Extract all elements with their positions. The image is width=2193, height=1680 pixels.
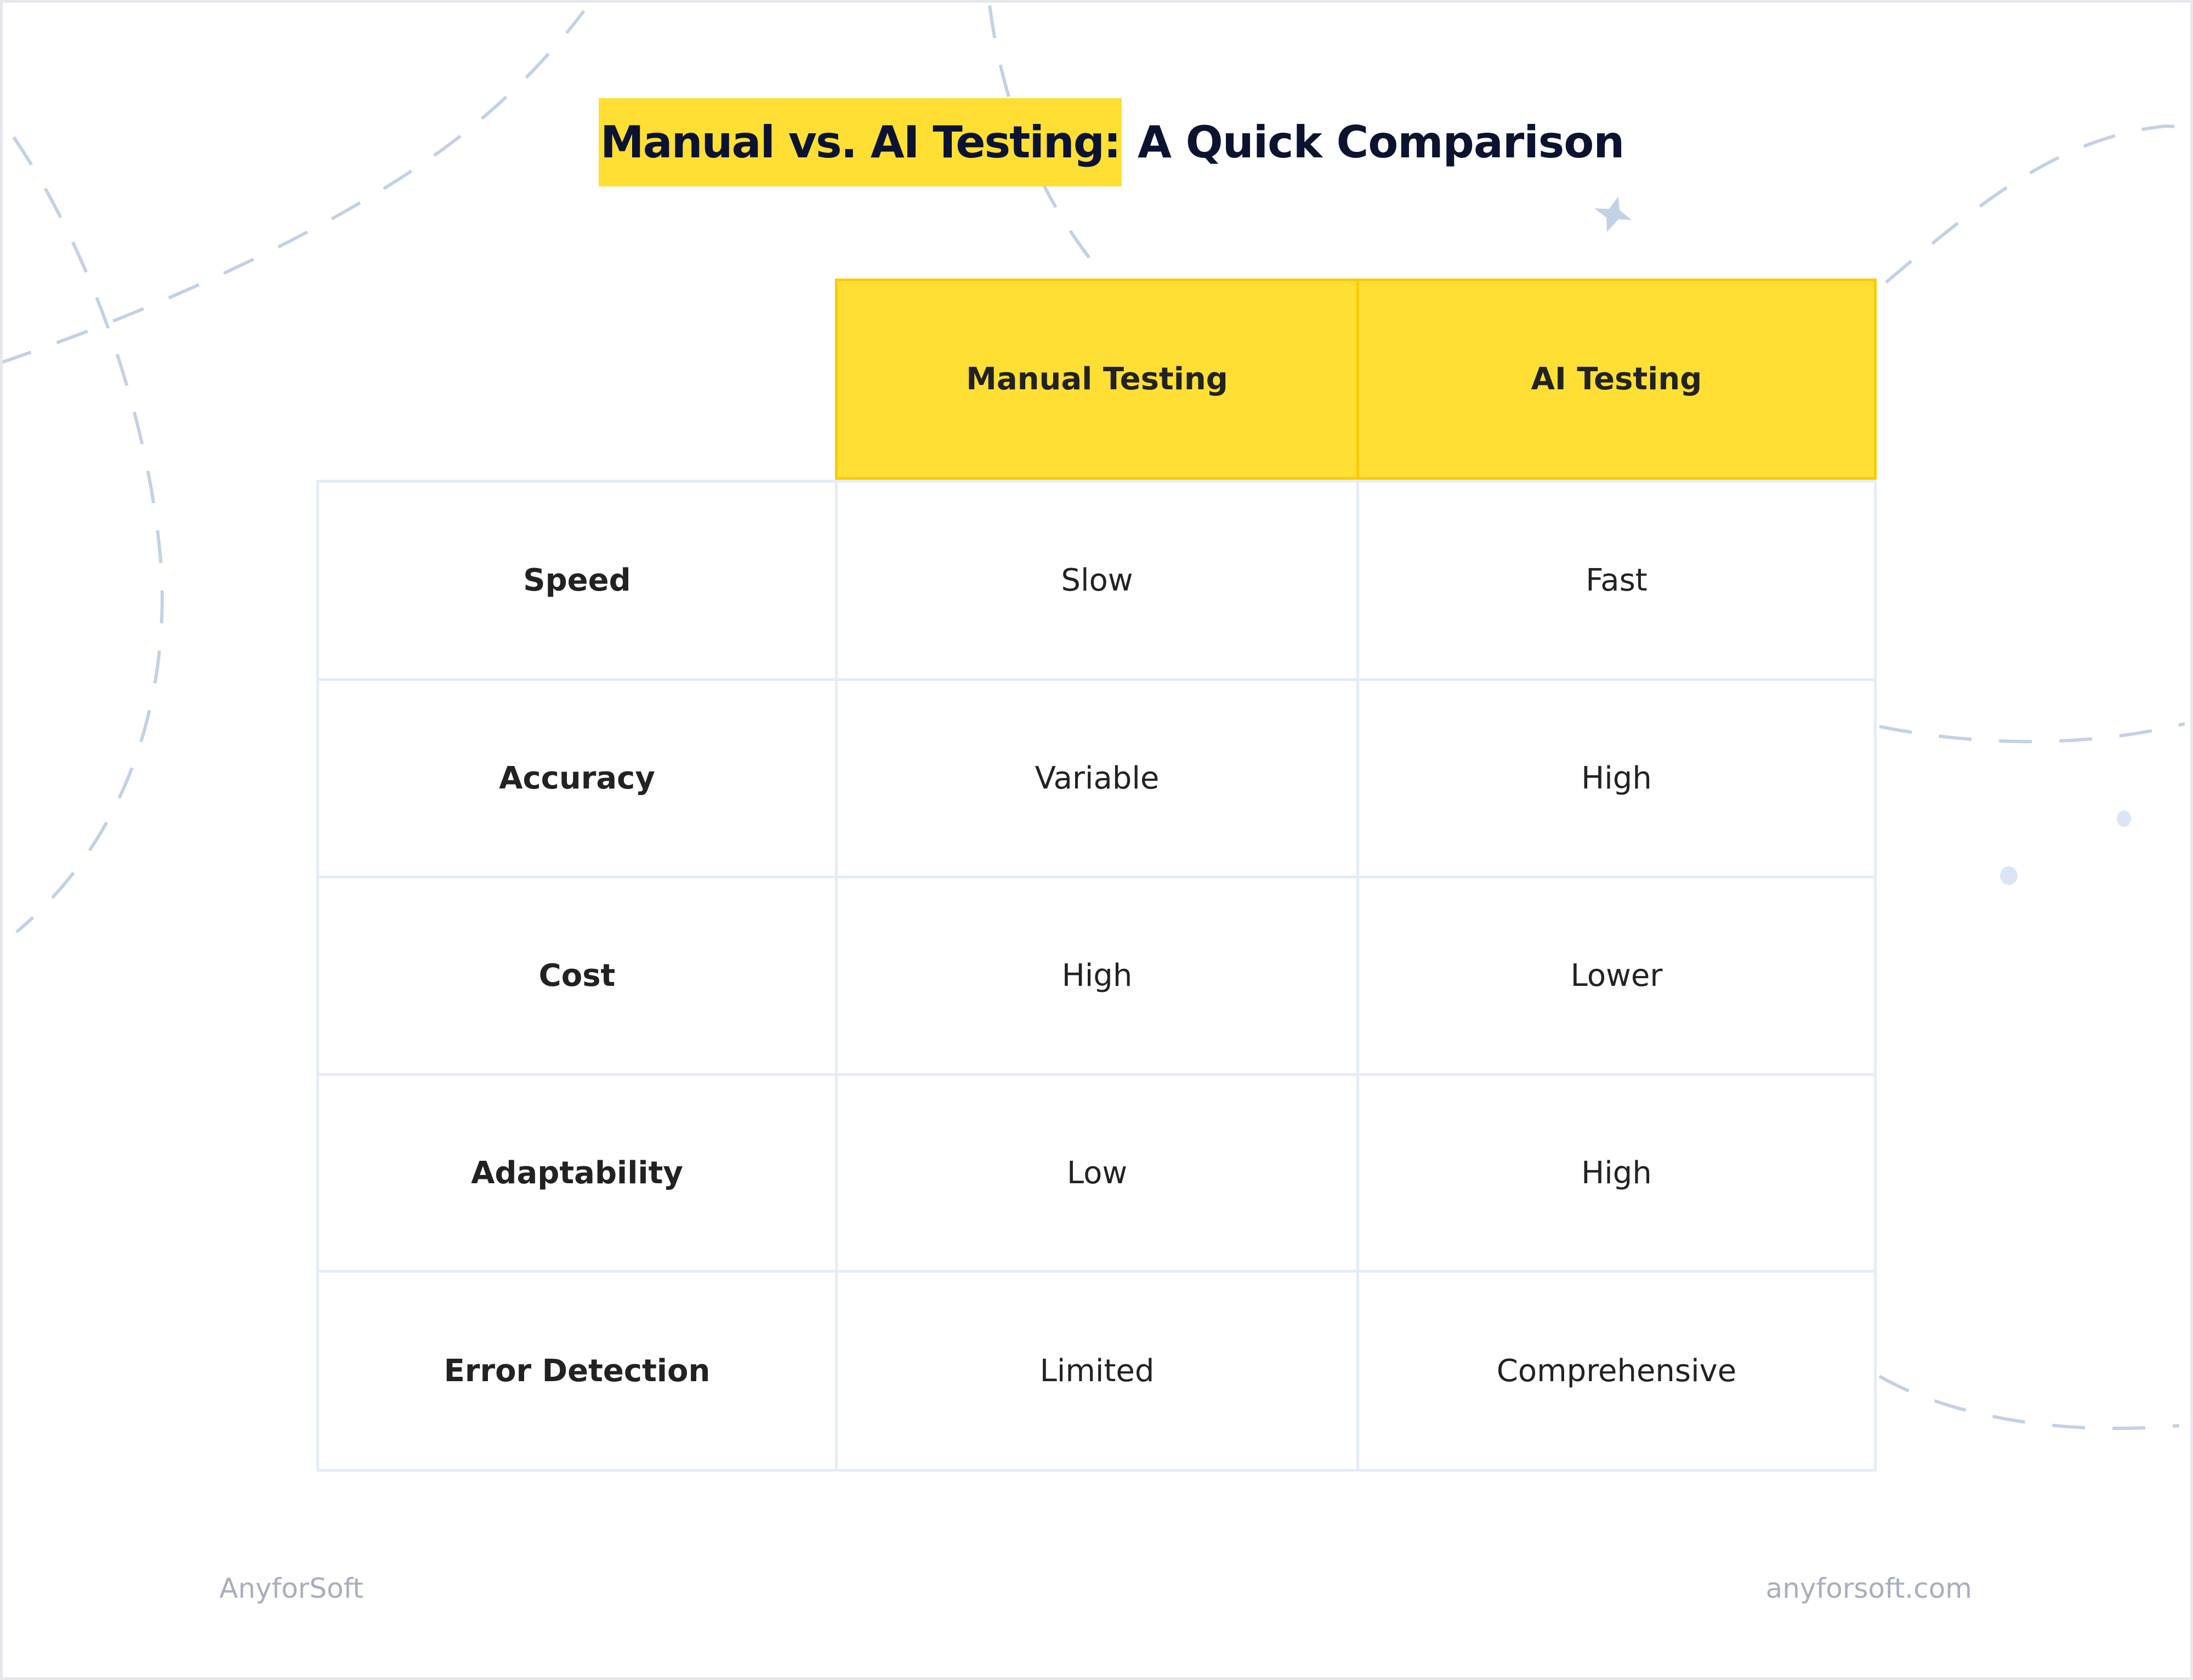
- sparkle-star-icon: [1594, 196, 1632, 232]
- dot-icon: [2117, 810, 2131, 827]
- title-subtitle: A Quick Comparison: [1138, 117, 1624, 168]
- dashed-curve-top-right: [1885, 124, 2193, 284]
- manual-value: High: [835, 876, 1359, 1076]
- row-label: Accuracy: [316, 678, 838, 878]
- footer-brand: AnyforSoft: [219, 1573, 363, 1604]
- title-highlight: Manual vs. AI Testing:: [599, 98, 1122, 186]
- manual-value: Low: [835, 1073, 1359, 1273]
- row-label: Error Detection: [316, 1270, 838, 1472]
- ai-value: Lower: [1356, 876, 1877, 1076]
- footer-website-link[interactable]: anyforsoft.com: [1766, 1573, 1972, 1604]
- header-ai-testing: AI Testing: [1356, 279, 1877, 480]
- row-label: Cost: [316, 876, 838, 1076]
- header-manual-testing: Manual Testing: [835, 279, 1359, 480]
- row-label: Speed: [316, 480, 838, 681]
- row-label: Adaptability: [316, 1073, 838, 1273]
- comparison-table: Manual Testing AI Testing Speed Slow Fas…: [316, 279, 1877, 1472]
- dot-icon: [2000, 866, 2018, 885]
- dashed-curve-bottom-right: [1878, 1375, 2180, 1431]
- ai-value: High: [1356, 678, 1877, 878]
- ai-value: High: [1356, 1073, 1877, 1273]
- ai-value: Comprehensive: [1356, 1270, 1877, 1472]
- manual-value: Limited: [835, 1270, 1359, 1472]
- dashed-curve-top-left-2: [12, 136, 164, 934]
- ai-value: Fast: [1356, 480, 1877, 681]
- manual-value: Variable: [835, 678, 1359, 878]
- dashed-curve-mid-right: [1879, 722, 2185, 743]
- manual-value: Slow: [835, 480, 1359, 681]
